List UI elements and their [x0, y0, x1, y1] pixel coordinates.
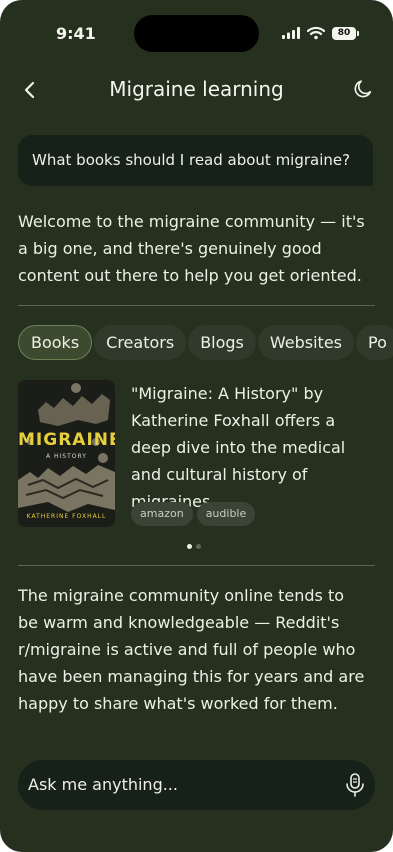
carousel-dot[interactable] — [196, 544, 201, 549]
status-time: 9:41 — [56, 24, 96, 43]
moon-icon[interactable] — [352, 78, 374, 100]
divider — [18, 305, 375, 306]
chat-input[interactable]: Ask me anything... — [18, 760, 375, 810]
tab-books[interactable]: Books — [18, 325, 93, 360]
book-cover-author: KATHERINE FOXHALL — [26, 513, 107, 520]
carousel-dot-active[interactable] — [187, 544, 192, 549]
microphone-icon[interactable] — [345, 773, 365, 797]
dynamic-island — [134, 15, 259, 52]
assistant-community-text: The migraine community online tends to b… — [18, 586, 365, 713]
wifi-icon — [307, 26, 325, 40]
assistant-intro-text: Welcome to the migraine community — it's… — [18, 212, 365, 285]
tab-podcasts[interactable]: Po — [356, 325, 393, 360]
tab-websites[interactable]: Websites — [257, 325, 355, 360]
page-title: Migraine learning — [109, 77, 284, 101]
cellular-signal-icon — [282, 27, 300, 39]
book-links: amazon audible — [131, 502, 259, 526]
carousel-pagination — [187, 544, 207, 550]
category-tabs: Books Creators Blogs Websites Po — [18, 325, 393, 360]
book-description: "Migraine: A History" by Katherine Foxha… — [131, 384, 346, 511]
top-nav: Migraine learning — [0, 70, 393, 110]
divider — [18, 565, 375, 566]
status-bar: 9:41 80 — [0, 0, 393, 60]
book-cover-title: MIGRAINE — [18, 430, 115, 450]
tab-creators[interactable]: Creators — [94, 325, 187, 360]
app-screen: 9:41 80 Migraine learning What books sho… — [0, 0, 393, 852]
tab-blogs[interactable]: Blogs — [188, 325, 256, 360]
chat-input-placeholder: Ask me anything... — [28, 775, 178, 794]
battery-indicator: 80 — [332, 27, 359, 40]
book-cover-image[interactable]: MIGRAINE A HISTORY KATHERINE FOXHALL — [18, 380, 115, 527]
user-message-bubble: What books should I read about migraine? — [18, 135, 373, 186]
audible-link-chip[interactable]: audible — [196, 502, 256, 526]
book-cover-subtitle: A HISTORY — [46, 453, 87, 460]
amazon-link-chip[interactable]: amazon — [131, 502, 193, 526]
